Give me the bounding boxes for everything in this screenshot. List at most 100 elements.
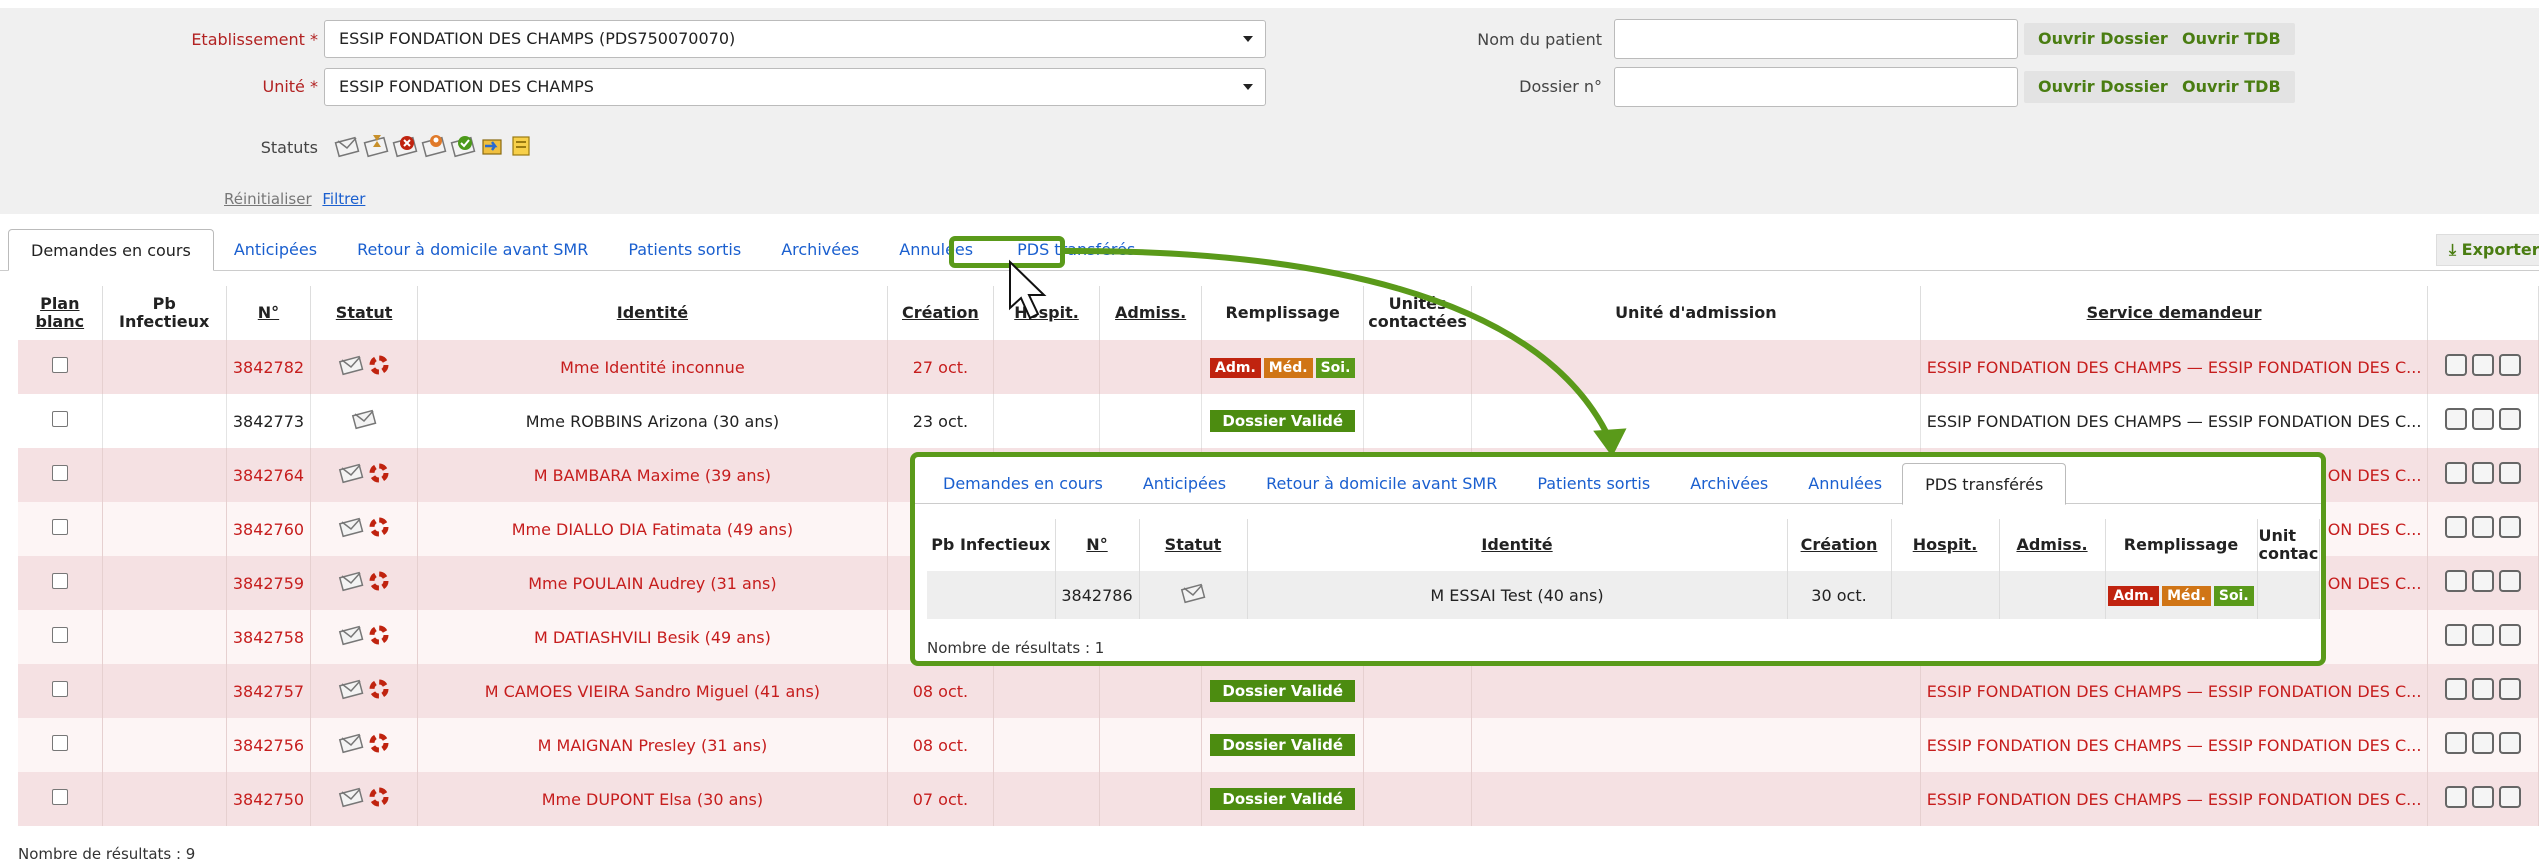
filter-link[interactable]: Filtrer bbox=[322, 190, 365, 208]
hourglass-icon[interactable] bbox=[363, 132, 389, 158]
document-icon[interactable] bbox=[2472, 516, 2495, 538]
attachment-icon[interactable] bbox=[2445, 354, 2468, 376]
print-icon[interactable] bbox=[2499, 408, 2522, 430]
plan-blanc-checkbox[interactable] bbox=[51, 411, 68, 427]
dossier-input[interactable] bbox=[1614, 67, 2018, 107]
cell-numero[interactable]: 3842773 bbox=[226, 394, 312, 448]
tab-patients-sortis[interactable]: Patients sortis bbox=[608, 229, 761, 271]
cell-numero[interactable]: 3842756 bbox=[226, 718, 312, 772]
ov-col-identite[interactable]: Identité bbox=[1247, 519, 1788, 571]
overlay-tab-pds-transferes[interactable]: PDS transférés bbox=[1902, 463, 2067, 505]
ov-col-statut[interactable]: Statut bbox=[1139, 519, 1248, 571]
print-icon[interactable] bbox=[2499, 570, 2522, 592]
ov-cell-num[interactable]: 3842786 bbox=[1055, 571, 1140, 619]
cell-numero[interactable]: 3842758 bbox=[226, 610, 312, 664]
cell-identite[interactable]: Mme DIALLO DIA Fatimata (49 ans) bbox=[417, 502, 888, 556]
cell-numero[interactable]: 3842750 bbox=[226, 772, 312, 826]
document-icon[interactable] bbox=[2472, 408, 2495, 430]
cell-identite[interactable]: Mme Identité inconnue bbox=[417, 340, 888, 394]
attachment-icon[interactable] bbox=[2445, 408, 2468, 430]
reset-link[interactable]: Réinitialiser bbox=[224, 190, 312, 208]
table-row[interactable]: 3842757 M CAMOES VIEIRA Sandro Miguel (41… bbox=[18, 664, 2539, 718]
cell-identite[interactable]: M MAIGNAN Presley (31 ans) bbox=[417, 718, 888, 772]
attachment-icon[interactable] bbox=[2445, 732, 2468, 754]
document-icon[interactable] bbox=[2472, 354, 2495, 376]
cell-numero[interactable]: 3842782 bbox=[226, 340, 312, 394]
attachment-icon[interactable] bbox=[2445, 462, 2468, 484]
plan-blanc-checkbox[interactable] bbox=[51, 519, 68, 535]
table-row[interactable]: 3842756 M MAIGNAN Presley (31 ans) 08 oct.… bbox=[18, 718, 2539, 772]
check-circle-icon[interactable] bbox=[450, 132, 476, 158]
ov-col-hospit[interactable]: Hospit. bbox=[1891, 519, 2000, 571]
table-row[interactable]: 3842782 Mme Identité inconnue 27 oct. Adm. M… bbox=[18, 340, 2539, 394]
col-numero[interactable]: N° bbox=[226, 286, 312, 340]
col-identite[interactable]: Identité bbox=[417, 286, 888, 340]
forward-icon[interactable] bbox=[479, 132, 505, 158]
cell-identite[interactable]: M BAMBARA Maxime (39 ans) bbox=[417, 448, 888, 502]
col-hospit[interactable]: Hospit. bbox=[993, 286, 1100, 340]
cell-identite[interactable]: Mme ROBBINS Arizona (30 ans) bbox=[417, 394, 888, 448]
print-icon[interactable] bbox=[2499, 624, 2522, 646]
ouvrir-dossier-button-2[interactable]: Ouvrir Dossier bbox=[2024, 71, 2182, 103]
table-row[interactable]: 3842773 Mme ROBBINS Arizona (30 ans) 23 oc… bbox=[18, 394, 2539, 448]
overlay-tab-anticipees[interactable]: Anticipées bbox=[1123, 463, 1246, 505]
document-icon[interactable] bbox=[2472, 624, 2495, 646]
cross-circle-icon[interactable] bbox=[392, 132, 418, 158]
print-icon[interactable] bbox=[2499, 732, 2522, 754]
print-icon[interactable] bbox=[2499, 678, 2522, 700]
cell-identite[interactable]: Mme DUPONT Elsa (30 ans) bbox=[417, 772, 888, 826]
col-plan-blanc[interactable]: Plan blanc bbox=[18, 286, 103, 340]
plan-blanc-checkbox[interactable] bbox=[51, 789, 68, 805]
attachment-icon[interactable] bbox=[2445, 624, 2468, 646]
etablissement-select[interactable]: ESSIP FONDATION DES CHAMPS (PDS750070070… bbox=[324, 20, 1266, 58]
ouvrir-tdb-button[interactable]: Ouvrir TDB bbox=[2168, 23, 2295, 55]
overlay-tab-patients-sortis[interactable]: Patients sortis bbox=[1517, 463, 1670, 505]
plan-blanc-checkbox[interactable] bbox=[51, 573, 68, 589]
tab-archivees[interactable]: Archivées bbox=[761, 229, 879, 271]
nom-patient-input[interactable] bbox=[1614, 19, 2018, 59]
attachment-icon[interactable] bbox=[2445, 786, 2468, 808]
print-icon[interactable] bbox=[2499, 786, 2522, 808]
cell-numero[interactable]: 3842759 bbox=[226, 556, 312, 610]
cell-identite[interactable]: M CAMOES VIEIRA Sandro Miguel (41 ans) bbox=[417, 664, 888, 718]
ov-cell-identite[interactable]: M ESSAI Test (40 ans) bbox=[1247, 571, 1788, 619]
document-icon[interactable] bbox=[2472, 678, 2495, 700]
col-statut[interactable]: Statut bbox=[310, 286, 419, 340]
cell-identite[interactable]: Mme POULAIN Audrey (31 ans) bbox=[417, 556, 888, 610]
plan-blanc-checkbox[interactable] bbox=[51, 735, 68, 751]
envelope-icon[interactable] bbox=[334, 132, 360, 158]
print-icon[interactable] bbox=[2499, 516, 2522, 538]
attachment-icon[interactable] bbox=[2445, 678, 2468, 700]
ov-col-admiss[interactable]: Admiss. bbox=[1999, 519, 2106, 571]
cell-numero[interactable]: 3842764 bbox=[226, 448, 312, 502]
ov-col-numero[interactable]: N° bbox=[1055, 519, 1140, 571]
tab-anticipees[interactable]: Anticipées bbox=[214, 229, 337, 271]
ouvrir-tdb-button-2[interactable]: Ouvrir TDB bbox=[2168, 71, 2295, 103]
document-icon[interactable] bbox=[2472, 570, 2495, 592]
tab-retour-domicile[interactable]: Retour à domicile avant SMR bbox=[337, 229, 608, 271]
overlay-tab-demandes-en-cours[interactable]: Demandes en cours bbox=[923, 463, 1123, 505]
unite-select[interactable]: ESSIP FONDATION DES CHAMPS bbox=[324, 68, 1266, 106]
person-icon[interactable] bbox=[421, 132, 447, 158]
print-icon[interactable] bbox=[2499, 462, 2522, 484]
col-service-demandeur[interactable]: Service demandeur bbox=[1920, 286, 2429, 340]
document-icon[interactable] bbox=[2472, 732, 2495, 754]
ov-col-creation[interactable]: Création bbox=[1787, 519, 1892, 571]
plan-blanc-checkbox[interactable] bbox=[51, 357, 68, 373]
overlay-tab-retour-domicile[interactable]: Retour à domicile avant SMR bbox=[1246, 463, 1517, 505]
tab-demandes-en-cours[interactable]: Demandes en cours bbox=[8, 229, 214, 271]
overlay-tab-annulees[interactable]: Annulées bbox=[1788, 463, 1902, 505]
document-icon[interactable] bbox=[2472, 786, 2495, 808]
plan-blanc-checkbox[interactable] bbox=[51, 681, 68, 697]
folder-icon[interactable] bbox=[508, 132, 534, 158]
plan-blanc-checkbox[interactable] bbox=[51, 627, 68, 643]
ouvrir-dossier-button[interactable]: Ouvrir Dossier bbox=[2024, 23, 2182, 55]
cell-numero[interactable]: 3842760 bbox=[226, 502, 312, 556]
col-creation[interactable]: Création bbox=[887, 286, 995, 340]
print-icon[interactable] bbox=[2499, 354, 2522, 376]
document-icon[interactable] bbox=[2472, 462, 2495, 484]
export-button[interactable]: ⤓ Exporter bbox=[2436, 234, 2539, 266]
plan-blanc-checkbox[interactable] bbox=[51, 465, 68, 481]
cell-numero[interactable]: 3842757 bbox=[226, 664, 312, 718]
table-row[interactable]: 3842786 M ESSAI Test (40 ans) 30 oct. Ad… bbox=[927, 571, 2321, 619]
